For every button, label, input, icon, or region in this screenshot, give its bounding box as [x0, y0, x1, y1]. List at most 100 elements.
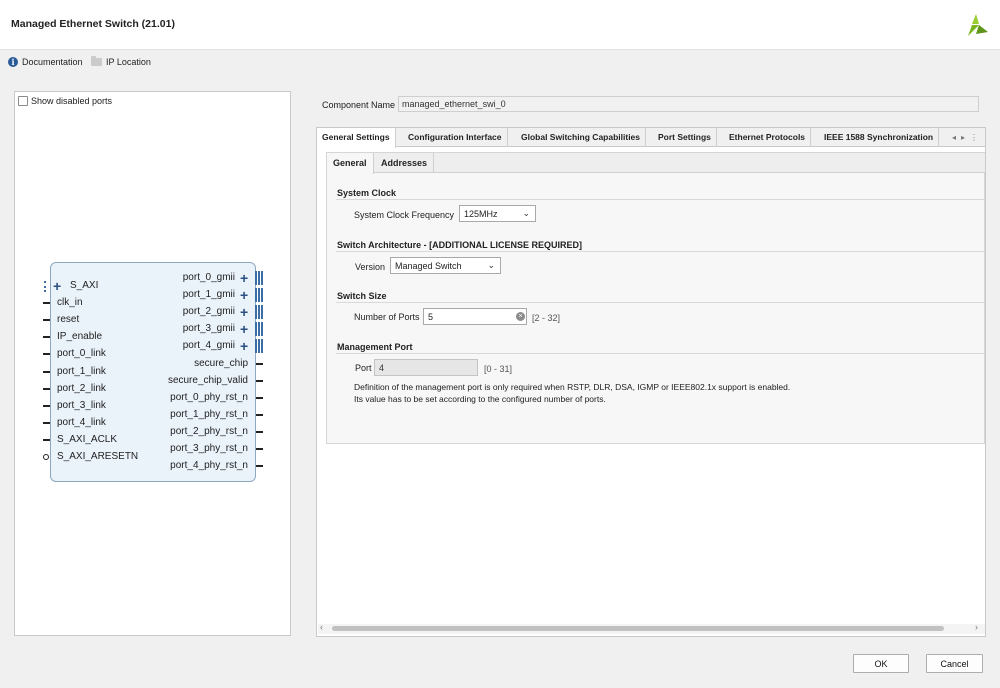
block-pin-left: port_3_link	[57, 399, 106, 411]
pin-stub	[43, 319, 50, 322]
version-label: Version	[355, 262, 386, 272]
tab-ieee-1588-synchronization[interactable]: IEEE 1588 Synchronization	[819, 128, 940, 147]
block-pin-left: S_AXI_ACLK	[57, 433, 118, 445]
system-clock-frequency-value: 125MHz	[464, 209, 498, 219]
version-value: Managed Switch	[395, 261, 462, 271]
block-pin-left: S_AXI_ARESETN	[57, 451, 139, 462]
expand-icon[interactable]: +	[240, 339, 248, 353]
number-of-ports-label: Number of Ports	[354, 312, 420, 322]
pin-stub	[256, 430, 263, 433]
clear-icon[interactable]: ×	[516, 312, 525, 321]
tab-scroll-controls: ◂ ▸ ⋮	[948, 128, 985, 147]
pin-stub	[43, 302, 50, 305]
expand-icon[interactable]: +	[240, 322, 248, 336]
number-of-ports-range: [2 - 32]	[532, 313, 561, 323]
version-select[interactable]: Managed Switch ⌄	[390, 257, 501, 274]
show-disabled-ports-label: Show disabled ports	[31, 96, 113, 106]
management-port-description-1: Definition of the management port is onl…	[354, 382, 791, 392]
block-pin-left: clk_in	[57, 297, 83, 309]
pin-stub	[43, 438, 50, 441]
scroll-right-icon[interactable]: ›	[975, 622, 978, 632]
pin-stub	[43, 336, 50, 339]
management-port-range: [0 - 31]	[484, 364, 513, 374]
block-pin-right: secure_chip	[194, 357, 248, 369]
horizontal-scrollbar[interactable]: ‹ ›	[318, 622, 985, 634]
scrollbar-thumb[interactable]	[332, 626, 944, 631]
bus-connector-icon	[255, 322, 264, 337]
expand-icon[interactable]: +	[240, 288, 248, 302]
section-divider	[336, 353, 985, 354]
scroll-left-icon[interactable]: ‹	[320, 622, 323, 632]
block-pin-left: port_4_link	[57, 416, 106, 428]
bus-connector-icon	[255, 288, 264, 303]
block-pin-right: port_0_gmii	[182, 272, 235, 283]
show-disabled-ports[interactable]: Show disabled ports	[18, 96, 112, 106]
switch-size-title: Switch Size	[337, 291, 387, 301]
pin-stub	[43, 353, 50, 356]
section-divider	[336, 302, 985, 303]
info-icon: i	[8, 57, 18, 67]
block-pin-right: port_2_gmii	[182, 306, 235, 318]
cancel-button[interactable]: Cancel	[926, 654, 983, 673]
ok-button[interactable]: OK	[853, 654, 909, 673]
block-pin-left: port_1_link	[57, 365, 106, 377]
block-pin-right: port_4_phy_rst_n	[170, 460, 248, 472]
pin-stub	[256, 465, 263, 468]
block-pin-left: reset	[57, 314, 80, 326]
bus-connector-icon	[255, 271, 264, 285]
subtab-general[interactable]: General	[327, 153, 374, 174]
pin-stub	[256, 448, 263, 450]
tab-global-switching-capabilities[interactable]: Global Switching Capabilities	[516, 128, 647, 147]
chevron-down-icon: ⌄	[522, 208, 530, 218]
documentation-label: Documentation	[22, 57, 83, 67]
port-label: Port	[355, 363, 372, 373]
number-of-ports-input[interactable]: 5	[423, 308, 527, 325]
block-pin-right: port_2_phy_rst_n	[170, 425, 248, 437]
tab-list-icon[interactable]: ⋮	[970, 133, 978, 142]
block-pin-right: port_0_phy_rst_n	[170, 391, 248, 403]
vendor-logo-icon	[968, 14, 988, 36]
system-clock-frequency-select[interactable]: 125MHz ⌄	[459, 205, 536, 222]
block-pin-right: port_1_gmii	[182, 289, 235, 301]
pin-stub	[43, 370, 50, 373]
system-clock-title: System Clock	[337, 188, 397, 198]
block-pin-left: port_0_link	[57, 348, 106, 360]
component-name-label: Component Name	[322, 100, 396, 110]
tab-scroll-left-icon[interactable]: ◂	[952, 133, 956, 142]
pin-stub	[256, 362, 263, 365]
tab-general-settings[interactable]: General Settings	[317, 128, 396, 148]
pin-stub	[43, 421, 50, 424]
documentation-link[interactable]: i Documentation	[8, 57, 83, 67]
expand-icon[interactable]: +	[240, 305, 248, 319]
subtab-addresses[interactable]: Addresses	[375, 153, 435, 173]
block-pin-right: port_3_phy_rst_n	[170, 443, 248, 454]
chevron-down-icon: ⌄	[487, 260, 495, 270]
active-low-pin-icon	[43, 454, 49, 460]
show-disabled-ports-checkbox[interactable]	[18, 96, 28, 106]
tab-port-settings[interactable]: Port Settings	[653, 128, 717, 147]
block-pin-right: secure_chip_valid	[167, 374, 248, 386]
tab-configuration-interface[interactable]: Configuration Interface	[403, 128, 508, 147]
block-pin-right: port_3_gmii	[182, 323, 235, 335]
tab-ethernet-protocols[interactable]: Ethernet Protocols	[724, 128, 812, 147]
pin-stub	[43, 404, 50, 407]
tab-scroll-right-icon[interactable]: ▸	[961, 133, 965, 142]
pin-stub	[256, 413, 263, 416]
management-port-input[interactable]: 4	[374, 359, 478, 376]
bus-connector-icon	[255, 339, 264, 354]
block-pin-right: port_1_phy_rst_n	[170, 408, 248, 420]
pin-stub	[256, 396, 263, 399]
block-pin-left: S_AXI	[70, 280, 99, 291]
bus-connector-icon	[44, 281, 48, 292]
component-name-field[interactable]: managed_ethernet_swi_0	[398, 96, 979, 112]
expand-icon[interactable]: +	[53, 279, 61, 293]
switch-architecture-title: Switch Architecture - [ADDITIONAL LICENS…	[337, 240, 583, 250]
system-clock-frequency-label: System Clock Frequency	[354, 210, 455, 220]
management-port-title: Management Port	[337, 342, 413, 352]
pin-stub	[256, 379, 263, 382]
folder-icon	[91, 56, 102, 66]
ip-location-link[interactable]: IP Location	[91, 56, 151, 67]
window-title: Managed Ethernet Switch (21.01)	[11, 18, 175, 30]
block-pin-left: port_2_link	[57, 382, 106, 394]
expand-icon[interactable]: +	[240, 271, 248, 285]
